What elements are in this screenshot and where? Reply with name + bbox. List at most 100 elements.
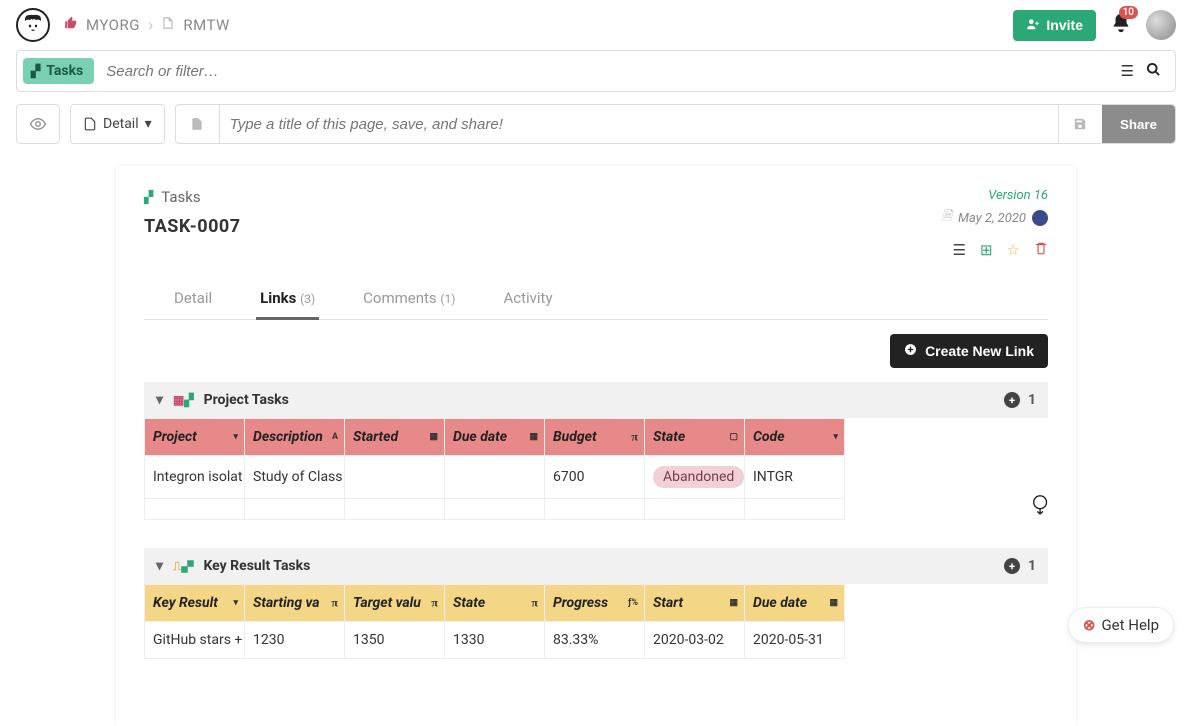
thumbs-up-icon xyxy=(64,16,78,34)
star-icon[interactable]: ☆ xyxy=(1007,241,1020,259)
formula-type-icon: ƒ% xyxy=(628,598,638,608)
detail-label: Detail xyxy=(103,116,139,132)
group-title: Key Result Tasks xyxy=(203,558,310,574)
col-code[interactable]: Code▾ xyxy=(745,419,845,456)
key-result-icon: ⎍▞ xyxy=(173,559,193,574)
calendar-icon: ▦ xyxy=(729,598,738,608)
page-doc-icon[interactable] xyxy=(176,105,220,143)
document-icon xyxy=(161,16,175,34)
page-toolbar: Detail ▾ Share xyxy=(16,104,1176,144)
cell-project: Integron isolat xyxy=(145,456,245,499)
version-label[interactable]: Version 16 xyxy=(942,188,1048,203)
save-button[interactable] xyxy=(1058,105,1102,143)
tasks-icon: ▞ xyxy=(144,190,153,204)
key-result-table: Key Result▾ Starting vaπ Target valuπ St… xyxy=(144,584,845,659)
search-icon[interactable] xyxy=(1146,62,1161,81)
col-state[interactable]: Stateπ xyxy=(445,585,545,622)
collapse-toggle[interactable]: ▾ xyxy=(156,392,163,408)
col-budget[interactable]: Budgetπ xyxy=(545,419,645,456)
calendar-icon: ▦ xyxy=(429,432,438,442)
group-add-button[interactable]: + xyxy=(1004,558,1020,574)
filter-pill-label: Tasks xyxy=(46,63,83,79)
cell-description: Study of Class xyxy=(245,456,345,499)
col-starting-value[interactable]: Starting vaπ xyxy=(245,585,345,622)
col-state[interactable]: State▢ xyxy=(645,419,745,456)
author-avatar-small[interactable] xyxy=(1032,210,1048,226)
card-crumb[interactable]: Tasks xyxy=(161,188,200,206)
list-icon[interactable]: ☰ xyxy=(953,241,966,259)
card-date: May 2, 2020 xyxy=(958,211,1026,226)
col-description[interactable]: DescriptionA xyxy=(245,419,345,456)
cell-start-v: 1230 xyxy=(245,622,345,659)
calendar-icon: 🗎 xyxy=(942,207,952,229)
number-type-icon: π xyxy=(331,596,338,611)
task-name: TASK-0007 xyxy=(144,216,241,237)
breadcrumb-project[interactable]: RMTW xyxy=(183,16,230,34)
filter-pill-tasks[interactable]: ▞ Tasks xyxy=(23,58,94,84)
share-button[interactable]: Share xyxy=(1102,105,1175,143)
sort-icon: ▾ xyxy=(233,432,238,442)
help-close-icon: ⊗ xyxy=(1083,616,1096,634)
notification-badge: 10 xyxy=(1119,6,1138,19)
group-title: Project Tasks xyxy=(204,392,289,408)
help-label: Get Help xyxy=(1101,616,1159,634)
trash-icon[interactable] xyxy=(1034,241,1048,259)
grid-icon[interactable]: ⊞ xyxy=(980,241,993,259)
cell-code: INTGR xyxy=(745,456,845,499)
cell-progress: 83.33% xyxy=(545,622,645,659)
tabs: Detail Links (3) Comments (1) Activity xyxy=(144,289,1048,320)
col-project[interactable]: Project▾ xyxy=(145,419,245,456)
group-count: 1 xyxy=(1028,392,1036,408)
col-started[interactable]: Started▦ xyxy=(345,419,445,456)
visibility-button[interactable] xyxy=(16,104,60,144)
table-row[interactable]: GitHub stars + 1230 1350 1330 83.33% 202… xyxy=(145,622,845,659)
notifications-button[interactable]: 10 xyxy=(1110,12,1132,38)
invite-button[interactable]: Invite xyxy=(1013,10,1096,41)
col-start[interactable]: Start▦ xyxy=(645,585,745,622)
cursor-icon xyxy=(1030,494,1052,521)
get-help-button[interactable]: ⊗ Get Help xyxy=(1068,607,1174,643)
cell-started xyxy=(345,456,445,499)
col-progress[interactable]: Progressƒ% xyxy=(545,585,645,622)
plus-circle-icon xyxy=(904,343,917,359)
create-link-button[interactable]: Create New Link xyxy=(890,334,1048,368)
table-header-row: Key Result▾ Starting vaπ Target valuπ St… xyxy=(145,585,845,622)
col-due[interactable]: Due date▦ xyxy=(445,419,545,456)
table-row[interactable]: Integron isolat Study of Class 6700 Aban… xyxy=(145,456,845,499)
avatar[interactable] xyxy=(1146,10,1176,40)
cell-target-v: 1350 xyxy=(345,622,445,659)
tab-comments[interactable]: Comments (1) xyxy=(359,289,459,319)
collapse-toggle[interactable]: ▾ xyxy=(156,558,163,574)
tab-activity[interactable]: Activity xyxy=(499,289,556,319)
list-view-icon[interactable]: ☰ xyxy=(1121,62,1134,81)
date-row: 🗎 May 2, 2020 xyxy=(942,207,1048,229)
tasks-icon: ▞ xyxy=(31,64,40,78)
table-row-empty[interactable] xyxy=(145,499,845,520)
tab-detail[interactable]: Detail xyxy=(170,289,216,319)
document-icon xyxy=(83,117,97,131)
app-logo[interactable] xyxy=(16,8,50,42)
col-key-result[interactable]: Key Result▾ xyxy=(145,585,245,622)
col-due[interactable]: Due date▦ xyxy=(745,585,845,622)
invite-label: Invite xyxy=(1046,17,1083,33)
cell-budget: 6700 xyxy=(545,456,645,499)
calendar-icon: ▦ xyxy=(529,432,538,442)
search-input[interactable] xyxy=(100,63,1120,80)
chevron-right-icon: › xyxy=(148,15,153,36)
table-header-row: Project▾ DescriptionA Started▦ Due date▦… xyxy=(145,419,845,456)
cell-due xyxy=(445,456,545,499)
group-project-tasks: ▾ ▦▞ Project Tasks + 1 Project▾ Descript… xyxy=(144,382,1048,520)
group-add-button[interactable]: + xyxy=(1004,392,1020,408)
group-count: 1 xyxy=(1028,558,1036,574)
page-title-input[interactable] xyxy=(220,105,1058,143)
cell-kr: GitHub stars + xyxy=(145,622,245,659)
col-target-value[interactable]: Target valuπ xyxy=(345,585,445,622)
tab-links[interactable]: Links (3) xyxy=(256,289,319,320)
detail-dropdown[interactable]: Detail ▾ xyxy=(70,104,165,144)
calendar-icon: ▦ xyxy=(829,598,838,608)
state-pill: Abandoned xyxy=(653,466,744,488)
topbar: MYORG › RMTW Invite 10 xyxy=(0,0,1192,50)
breadcrumb-org[interactable]: MYORG xyxy=(86,16,140,34)
user-plus-icon xyxy=(1026,17,1040,34)
select-type-icon: ▢ xyxy=(729,432,738,442)
